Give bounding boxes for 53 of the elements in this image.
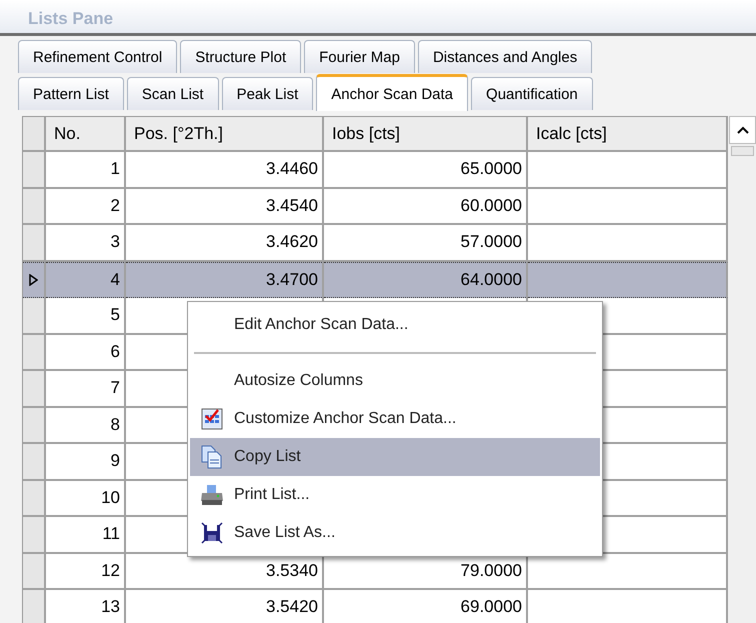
menu-item[interactable]: Edit Anchor Scan Data... <box>190 306 600 344</box>
table-cell: 7 <box>46 371 126 408</box>
tab[interactable]: Refinement Control <box>18 40 178 73</box>
menu-item[interactable]: Copy List <box>190 438 600 476</box>
current-row-icon <box>29 274 38 286</box>
scroll-up-button[interactable] <box>729 116 756 144</box>
table-cell: 12 <box>46 554 126 590</box>
menu-item[interactable]: Print List... <box>190 476 600 514</box>
table-cell: 6 <box>46 334 126 371</box>
scroll-thumb[interactable] <box>731 146 754 156</box>
tab[interactable]: Peak List <box>222 77 314 110</box>
printer-icon <box>200 484 224 506</box>
table-cell: 65.0000 <box>324 152 528 188</box>
tab[interactable]: Pattern List <box>18 77 124 110</box>
menu-item[interactable]: Save List As... <box>190 514 600 552</box>
tab[interactable]: Anchor Scan Data <box>316 74 468 111</box>
tab[interactable]: Quantification <box>471 77 593 110</box>
table-cell: 2 <box>46 188 126 225</box>
table-cell: 3.5420 <box>126 590 324 623</box>
row-header[interactable] <box>23 262 46 298</box>
save-icon <box>201 522 223 544</box>
table-cell: 8 <box>46 408 126 444</box>
pane-title: Lists Pane <box>28 9 114 30</box>
column-header[interactable]: Iobs [cts] <box>324 117 528 152</box>
table-cell: 11 <box>46 517 126 554</box>
table-check-icon <box>201 408 223 430</box>
column-header[interactable]: No. <box>46 117 126 152</box>
table-cell: 3 <box>46 225 126 262</box>
table-cell: 69.0000 <box>324 590 528 623</box>
tab[interactable]: Distances and Angles <box>418 40 592 73</box>
column-header[interactable]: Pos. [°2Th.] <box>126 117 324 152</box>
copy-icon <box>201 445 223 469</box>
menu-item[interactable]: Customize Anchor Scan Data... <box>190 400 600 438</box>
table-cell: 4 <box>46 262 126 298</box>
table-cell: 64.0000 <box>324 262 528 298</box>
table-cell: 57.0000 <box>324 225 528 262</box>
table-cell: 3.4460 <box>126 152 324 188</box>
table-cell: 13 <box>46 590 126 623</box>
menu-item[interactable]: Autosize Columns <box>190 362 600 400</box>
table-cell: 3.4700 <box>126 262 324 298</box>
up-caret-icon <box>736 126 748 134</box>
tab[interactable]: Structure Plot <box>180 40 302 73</box>
table-cell: 5 <box>46 298 126 334</box>
tab[interactable]: Fourier Map <box>304 40 415 73</box>
column-header[interactable]: Icalc [cts] <box>528 117 728 152</box>
table-cell: 3.4540 <box>126 188 324 225</box>
table-cell: 60.0000 <box>324 188 528 225</box>
table-cell: 3.4620 <box>126 225 324 262</box>
table-cell: 10 <box>46 480 126 517</box>
tab[interactable]: Scan List <box>126 77 219 110</box>
table-cell: 3.5340 <box>126 554 324 590</box>
table-cell: 9 <box>46 444 126 480</box>
table-cell: 1 <box>46 152 126 188</box>
